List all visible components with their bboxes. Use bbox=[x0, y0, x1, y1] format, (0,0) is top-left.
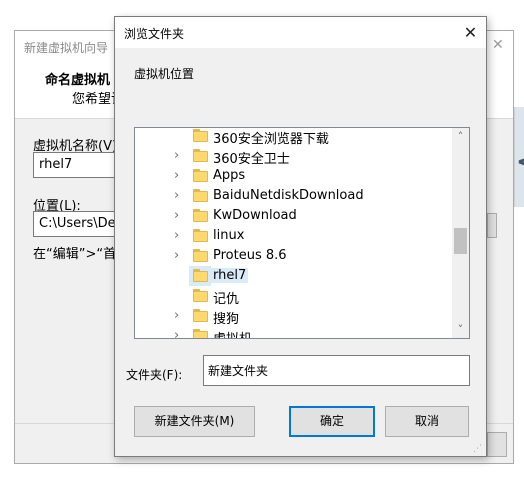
tree-item[interactable]: › linux bbox=[135, 226, 453, 246]
chevron-right-icon[interactable]: › bbox=[174, 208, 184, 224]
browse-button[interactable] bbox=[487, 213, 497, 238]
tree-item-label: Apps bbox=[213, 168, 246, 183]
ok-button[interactable]: 确定 bbox=[289, 406, 375, 437]
wizard-close-icon[interactable]: ✕ bbox=[492, 37, 504, 53]
tree-item[interactable]: › 虚拟机 bbox=[135, 326, 453, 338]
tree-item-label: 360安全卫士 bbox=[213, 152, 290, 167]
folder-icon bbox=[193, 309, 208, 322]
folder-name-input[interactable] bbox=[203, 355, 470, 386]
folder-icon bbox=[193, 329, 208, 338]
tree-item[interactable]: 记仇 bbox=[135, 286, 453, 307]
new-folder-button[interactable]: 新建文件夹(M) bbox=[134, 406, 255, 437]
dialog-description: 虚拟机位置 bbox=[134, 67, 195, 81]
scrollbar-thumb[interactable] bbox=[454, 228, 467, 254]
tree-item-label: 虚拟机 bbox=[213, 328, 252, 338]
chevron-right-icon[interactable]: › bbox=[174, 228, 184, 244]
folder-icon bbox=[193, 209, 208, 222]
tree-item[interactable]: rhel7 bbox=[135, 266, 453, 286]
tree-item-label: 搜狗 bbox=[213, 312, 240, 327]
tree-item-label: Proteus 8.6 bbox=[213, 248, 287, 263]
tree-item[interactable]: › Apps bbox=[135, 166, 453, 186]
tree-item-label: BaiduNetdiskDownload bbox=[213, 188, 364, 203]
vertical-scrollbar[interactable]: ˄ ˅ bbox=[452, 128, 469, 338]
tree-item-label: linux bbox=[213, 228, 245, 243]
tree-item[interactable]: › 搜狗 bbox=[135, 306, 453, 327]
location-input[interactable]: C:\Users\Dell\D bbox=[33, 211, 119, 237]
chevron-right-icon[interactable]: › bbox=[174, 248, 184, 264]
folder-icon bbox=[193, 269, 208, 282]
tree-item-label: KwDownload bbox=[213, 208, 297, 223]
close-icon[interactable]: ✕ bbox=[454, 17, 487, 48]
folder-icon bbox=[193, 169, 208, 182]
folder-icon bbox=[193, 149, 208, 162]
arrow-up-icon[interactable]: ˄ bbox=[452, 128, 469, 145]
tree-item-label: 记仇 bbox=[213, 292, 240, 307]
folder-icon bbox=[193, 189, 208, 202]
tree-item-label: 360安全浏览器下载 bbox=[213, 132, 329, 147]
tree-item-label: rhel7 bbox=[211, 268, 249, 283]
cancel-button[interactable]: 取消 bbox=[385, 406, 469, 437]
arrow-down-icon[interactable]: ˅ bbox=[452, 321, 469, 338]
tree-item[interactable]: › 360安全卫士 bbox=[135, 146, 453, 167]
chevron-right-icon[interactable]: › bbox=[174, 328, 184, 338]
folder-icon bbox=[193, 129, 208, 142]
tree-item[interactable]: 360安全浏览器下载 bbox=[135, 128, 453, 147]
vm-name-input[interactable]: rhel7 bbox=[33, 152, 119, 178]
wizard-heading: 命名虚拟机 bbox=[45, 73, 111, 88]
next-button[interactable] bbox=[487, 432, 507, 457]
folder-icon bbox=[193, 229, 208, 242]
back-arrow-icon: < bbox=[516, 147, 524, 177]
tree-item[interactable]: › BaiduNetdiskDownload bbox=[135, 186, 453, 206]
browse-folder-dialog: 浏览文件夹 ✕ 虚拟机位置 360安全浏览器下载 › 360安全卫士 › Apps › Ba… bbox=[114, 16, 487, 457]
dialog-titlebar: 浏览文件夹 ✕ bbox=[115, 17, 486, 48]
resize-grip-icon[interactable]: ⋰ bbox=[473, 443, 485, 455]
tree-item[interactable]: › KwDownload bbox=[135, 206, 453, 226]
tree-item[interactable]: › Proteus 8.6 bbox=[135, 246, 453, 266]
chevron-right-icon[interactable]: › bbox=[174, 148, 184, 164]
wizard-logo: < 远 bbox=[514, 107, 524, 207]
wizard-title: 新建虚拟机向导 bbox=[24, 41, 109, 55]
chevron-right-icon[interactable]: › bbox=[174, 308, 184, 324]
folder-label: 文件夹(F): bbox=[126, 368, 183, 382]
folder-icon bbox=[193, 289, 208, 302]
folder-icon bbox=[193, 249, 208, 262]
chevron-right-icon[interactable]: › bbox=[174, 188, 184, 204]
chevron-right-icon[interactable]: › bbox=[174, 168, 184, 184]
folder-tree[interactable]: 360安全浏览器下载 › 360安全卫士 › Apps › BaiduNetdiskDown… bbox=[134, 127, 470, 339]
dialog-title: 浏览文件夹 bbox=[124, 27, 185, 41]
